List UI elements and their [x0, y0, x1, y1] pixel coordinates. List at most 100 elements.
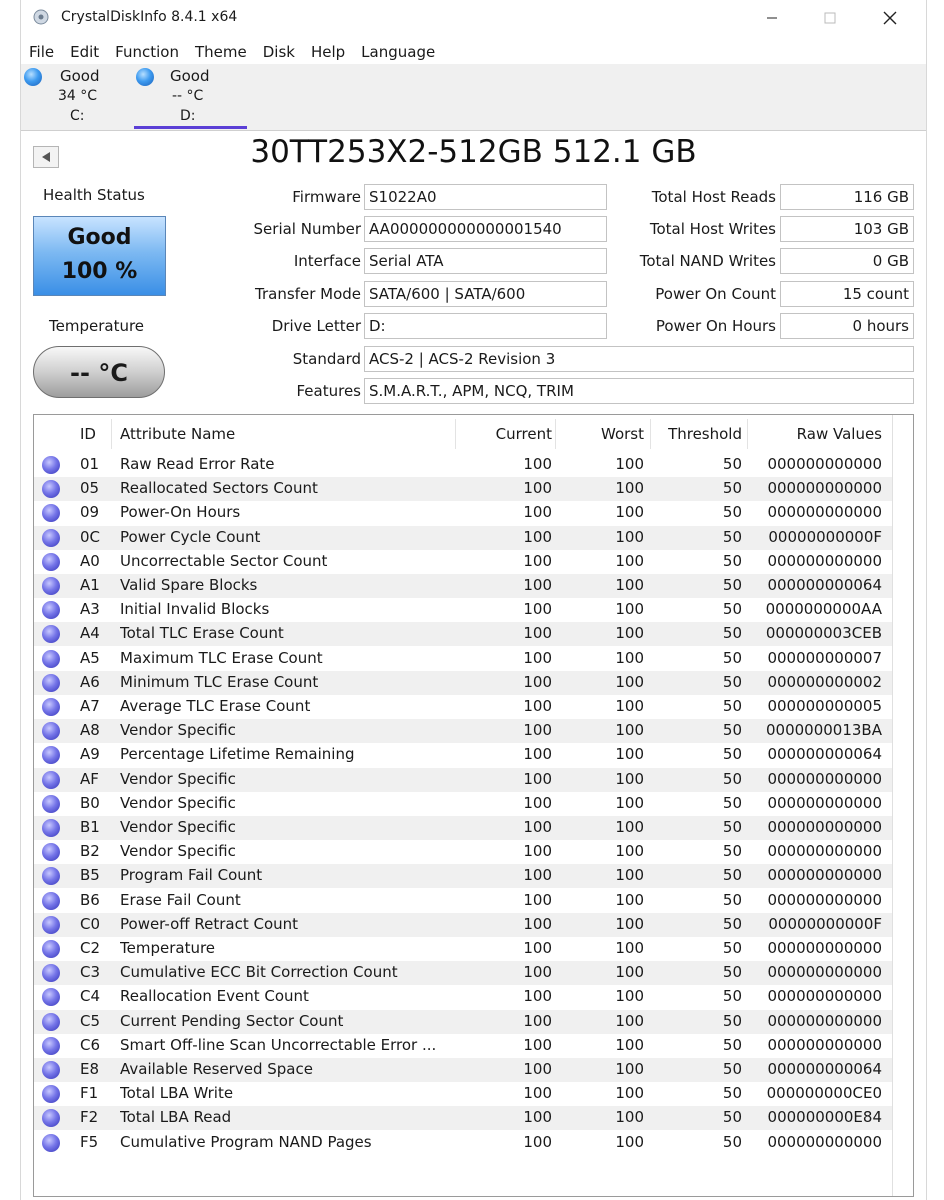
disk-tab-c[interactable]: Good 34 °C C: — [24, 64, 124, 130]
total-host-writes-label: Total Host Writes — [649, 220, 776, 238]
attribute-current: 100 — [523, 479, 552, 498]
table-row[interactable]: C0 Power-off Retract Count 100 100 50 0000000… — [34, 912, 892, 937]
attribute-name: Vendor Specific — [120, 769, 236, 788]
attribute-raw-value: 000000000000 — [767, 793, 882, 812]
table-row[interactable]: C2 Temperature 100 100 50 000000000000 — [34, 937, 892, 961]
table-row[interactable]: A8 Vendor Specific 100 100 50 0000000013BA — [34, 719, 892, 744]
table-row[interactable]: B2 Vendor Specific 100 100 50 000000000000 — [34, 840, 892, 864]
attribute-current: 100 — [523, 769, 552, 788]
table-row[interactable]: AF Vendor Specific 100 100 50 000000000000 — [34, 767, 892, 792]
table-row[interactable]: C4 Reallocation Event Count 100 100 50 000000… — [34, 985, 892, 1009]
health-percent: 100 % — [61, 259, 138, 284]
attribute-raw-value: 000000000000 — [767, 866, 882, 885]
attribute-id: F1 — [80, 1084, 99, 1103]
attribute-name: Smart Off-line Scan Uncorrectable Error … — [120, 1035, 437, 1054]
status-dot-icon — [42, 504, 60, 523]
attribute-worst: 100 — [615, 914, 644, 933]
column-header-id[interactable]: ID — [80, 425, 96, 443]
table-row[interactable]: A7 Average TLC Erase Count 100 100 50 0000000… — [34, 695, 892, 719]
attribute-current: 100 — [523, 842, 552, 861]
attribute-raw-value: 000000000064 — [767, 1060, 882, 1078]
column-header-raw-values[interactable]: Raw Values — [797, 425, 882, 443]
table-row[interactable]: B5 Program Fail Count 100 100 50 000000000000 — [34, 864, 892, 889]
power-on-hours-field: 0 hours — [780, 313, 914, 339]
table-row[interactable]: F1 Total LBA Write 100 100 50 000000000CE0 — [34, 1082, 892, 1106]
minimize-icon — [767, 17, 777, 19]
menu-help[interactable]: Help — [303, 40, 353, 64]
table-row[interactable]: A5 Maximum TLC Erase Count 100 100 50 0000000… — [34, 647, 892, 671]
attribute-threshold: 50 — [722, 455, 742, 473]
table-row[interactable]: E8 Available Reserved Space 100 100 50 000000… — [34, 1058, 892, 1082]
attribute-id: F5 — [80, 1132, 99, 1151]
table-row[interactable]: F5 Cumulative Program NAND Pages 100 100 50 0… — [34, 1131, 892, 1155]
table-row[interactable]: 01 Raw Read Error Rate 100 100 50 00000000000… — [34, 453, 892, 477]
attribute-name: Minimum TLC Erase Count — [120, 672, 319, 691]
attribute-threshold: 50 — [722, 818, 742, 836]
attribute-threshold: 50 — [722, 1084, 742, 1103]
attribute-id: F2 — [80, 1108, 99, 1127]
attribute-worst: 100 — [615, 648, 644, 667]
table-row[interactable]: A0 Uncorrectable Sector Count 100 100 50 0000… — [34, 550, 892, 574]
attribute-current: 100 — [523, 939, 552, 957]
attribute-worst: 100 — [615, 600, 644, 619]
attribute-threshold: 50 — [722, 866, 742, 885]
column-header-threshold[interactable]: Threshold — [668, 425, 742, 443]
attribute-name: Power-On Hours — [120, 503, 241, 522]
firmware-field: S1022A0 — [364, 184, 607, 210]
attribute-name: Available Reserved Space — [120, 1060, 313, 1078]
table-row[interactable]: A9 Percentage Lifetime Remaining 100 100 50 0… — [34, 743, 892, 767]
table-row[interactable]: A3 Initial Invalid Blocks 100 100 50 00000000… — [34, 598, 892, 622]
minimize-button[interactable] — [749, 0, 795, 36]
column-header-attribute-name[interactable]: Attribute Name — [120, 425, 235, 443]
attribute-current: 100 — [523, 527, 552, 546]
attribute-name: Cumulative Program NAND Pages — [120, 1132, 372, 1151]
temperature-display[interactable]: -- °C — [33, 346, 165, 398]
attribute-current: 100 — [523, 793, 552, 812]
table-row[interactable]: 09 Power-On Hours 100 100 50 000000000000 — [34, 501, 892, 525]
attribute-id: A7 — [80, 697, 100, 715]
status-dot-icon — [42, 649, 60, 668]
health-status-button[interactable]: Good 100 % — [33, 216, 166, 296]
total-nand-writes-field: 0 GB — [780, 248, 914, 274]
previous-disk-button[interactable] — [33, 146, 59, 168]
table-row[interactable]: A1 Valid Spare Blocks 100 100 50 000000000064 — [34, 574, 892, 598]
serial-number-label: Serial Number — [253, 220, 361, 238]
menu-file[interactable]: File — [21, 40, 62, 64]
smart-attributes-table[interactable]: ID Attribute Name Current Worst Threshol… — [33, 414, 914, 1197]
transfer-mode-label: Transfer Mode — [255, 285, 361, 303]
attribute-id: B0 — [80, 793, 100, 812]
close-button[interactable] — [867, 0, 913, 36]
attribute-threshold: 50 — [722, 479, 742, 498]
column-header-current[interactable]: Current — [496, 425, 552, 443]
attribute-threshold: 50 — [722, 890, 742, 909]
table-row[interactable]: 05 Reallocated Sectors Count 100 100 50 00000… — [34, 477, 892, 502]
table-row[interactable]: A4 Total TLC Erase Count 100 100 50 000000003… — [34, 622, 892, 647]
column-header-worst[interactable]: Worst — [601, 425, 644, 443]
menu-theme[interactable]: Theme — [187, 40, 255, 64]
drive-letter-field: D: — [364, 313, 607, 339]
attribute-raw-value: 000000000000 — [767, 1035, 882, 1054]
attribute-raw-value: 000000000002 — [767, 672, 882, 691]
disk-tab-d[interactable]: Good -- °C D: — [134, 64, 247, 130]
table-header: ID Attribute Name Current Worst Threshol… — [34, 415, 892, 453]
attribute-worst: 100 — [615, 1132, 644, 1151]
table-row[interactable]: C5 Current Pending Sector Count 100 100 50 00… — [34, 1009, 892, 1034]
attribute-current: 100 — [523, 914, 552, 933]
attribute-id: C5 — [80, 1011, 101, 1030]
health-good-icon — [24, 68, 42, 86]
maximize-button[interactable] — [807, 0, 853, 36]
table-row[interactable]: F2 Total LBA Read 100 100 50 000000000E84 — [34, 1106, 892, 1131]
table-row[interactable]: C6 Smart Off-line Scan Uncorrectable Erro… — [34, 1034, 892, 1058]
menu-edit[interactable]: Edit — [62, 40, 107, 64]
total-host-reads-label: Total Host Reads — [651, 188, 776, 206]
menu-function[interactable]: Function — [107, 40, 187, 64]
table-row[interactable]: 0C Power Cycle Count 100 100 50 00000000000F — [34, 525, 892, 550]
table-row[interactable]: A6 Minimum TLC Erase Count 100 100 50 0000000… — [34, 670, 892, 695]
table-row[interactable]: C3 Cumulative ECC Bit Correction Count 100… — [34, 961, 892, 986]
menu-disk[interactable]: Disk — [255, 40, 303, 64]
table-row[interactable]: B6 Erase Fail Count 100 100 50 000000000000 — [34, 889, 892, 913]
table-row[interactable]: B0 Vendor Specific 100 100 50 000000000000 — [34, 792, 892, 816]
menu-language[interactable]: Language — [353, 40, 443, 64]
attribute-worst: 100 — [615, 818, 644, 836]
table-row[interactable]: B1 Vendor Specific 100 100 50 000000000000 — [34, 816, 892, 840]
